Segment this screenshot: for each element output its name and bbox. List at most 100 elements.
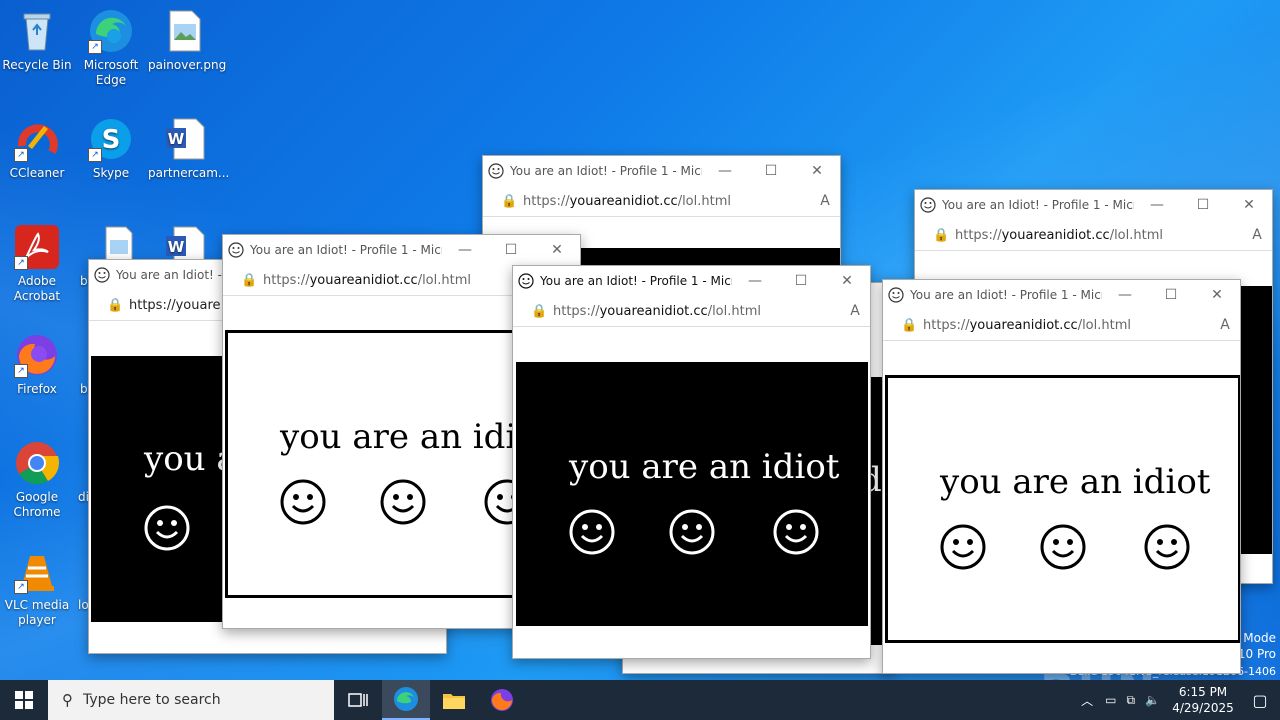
browser-window[interactable]: You are an Idiot! - Profile 1 - Micro...… (882, 279, 1241, 674)
system-tray: ︿ ▭ ⧉ 🔈 6:15 PM 4/29/2025 ▢ (1081, 680, 1280, 720)
smiley-favicon-icon (488, 163, 504, 179)
address-bar[interactable]: 🔒 https://youareanidiot.cc/lol.html A (883, 310, 1240, 341)
start-button[interactable] (0, 680, 48, 720)
close-button[interactable]: ✕ (1226, 190, 1272, 220)
desktop-icon-label: Firefox (17, 382, 57, 396)
clock-date: 4/29/2025 (1172, 701, 1234, 715)
address-bar[interactable]: 🔒 https://youareanidiot.cc/lol.html A (513, 296, 870, 327)
desktop-icon-label: VLC media player (4, 598, 70, 627)
read-aloud-icon[interactable]: A (1242, 227, 1272, 243)
svg-text:W: W (168, 238, 185, 256)
address-bar[interactable]: 🔒 https://youareanidiot.cc/lol.html A (915, 220, 1272, 251)
minimize-button[interactable]: — (442, 235, 488, 265)
lock-icon: 🔒 (107, 297, 124, 313)
url-text[interactable]: https://youareanidiot.cc/lol.html (553, 304, 840, 319)
minimize-button[interactable]: — (1134, 190, 1180, 220)
desktop-icon-label: painover.png (148, 58, 227, 72)
title-bar[interactable]: You are an Idiot! - Profile 1 - Micro...… (513, 266, 870, 296)
window-title: You are an Idiot! - Profile 1 - Micro... (942, 198, 1134, 212)
folder-icon (443, 694, 465, 709)
maximize-button[interactable]: ☐ (778, 266, 824, 296)
idiot-text: you are an idiot (569, 447, 840, 487)
taskbar: ⚲ Type here to search ︿ ▭ ⧉ 🔈 6:15 PM 4/… (0, 680, 1280, 720)
read-aloud-icon[interactable]: A (840, 303, 870, 319)
desktop-icon-ccleaner[interactable]: ↗ CCleaner (0, 116, 74, 181)
skype-icon: S ↗ (88, 116, 134, 162)
network-icon[interactable]: ⧉ (1126, 693, 1135, 708)
title-bar[interactable]: You are an Idiot! - Profile 1 - Micro...… (915, 190, 1272, 220)
maximize-button[interactable]: ☐ (748, 156, 794, 186)
read-aloud-icon[interactable]: A (810, 193, 840, 209)
smiley-icon (1144, 524, 1190, 570)
page-panel: you are an idiot (885, 375, 1240, 643)
read-aloud-icon[interactable]: A (1210, 317, 1240, 333)
taskbar-edge-button[interactable] (382, 680, 430, 720)
chevron-up-icon[interactable]: ︿ (1081, 692, 1093, 709)
taskbar-file-explorer-button[interactable] (430, 680, 478, 720)
ccleaner-icon: ↗ (14, 116, 60, 162)
smiley-icon (940, 524, 986, 570)
notifications-icon[interactable]: ▢ (1240, 691, 1280, 710)
shortcut-arrow-icon: ↗ (88, 148, 102, 162)
window-title: You are an Idiot! - Profile 1 - Micro... (540, 274, 732, 288)
close-button[interactable]: ✕ (534, 235, 580, 265)
shortcut-arrow-icon: ↗ (14, 148, 28, 162)
minimize-button[interactable]: — (732, 266, 778, 296)
device-icon[interactable]: ▭ (1105, 693, 1116, 707)
desktop-icon-partnercam[interactable]: W partnercam... (148, 116, 230, 181)
desktop-icon-label: Skype (92, 166, 130, 180)
search-icon: ⚲ (62, 691, 73, 709)
browser-window-active[interactable]: You are an Idiot! - Profile 1 - Micro...… (512, 265, 871, 659)
desktop-icon-edge[interactable]: ↗ Microsoft Edge (74, 8, 148, 88)
minimize-button[interactable]: — (702, 156, 748, 186)
title-bar[interactable]: You are an Idiot! - Profile 1 - Micro...… (483, 156, 840, 186)
close-button[interactable]: ✕ (794, 156, 840, 186)
minimize-button[interactable]: — (1102, 280, 1148, 310)
smiley-favicon-icon (228, 242, 244, 258)
close-button[interactable]: ✕ (1194, 280, 1240, 310)
maximize-button[interactable]: ☐ (1148, 280, 1194, 310)
title-bar[interactable]: You are an Idiot! - Profile 1 - Micro...… (883, 280, 1240, 310)
desktop-icon-firefox[interactable]: ↗ Firefox (0, 332, 74, 397)
desktop-icon-label: CCleaner (9, 166, 65, 180)
smiley-icon (280, 479, 326, 525)
desktop-icon-label: Recycle Bin (2, 58, 72, 72)
shortcut-arrow-icon: ↗ (88, 40, 102, 54)
taskbar-search-box[interactable]: ⚲ Type here to search (48, 680, 334, 720)
maximize-button[interactable]: ☐ (1180, 190, 1226, 220)
url-text[interactable]: https://youareanidiot.cc/lol.html (523, 194, 810, 209)
maximize-button[interactable]: ☐ (488, 235, 534, 265)
desktop-icon-chrome[interactable]: Google Chrome (0, 440, 74, 520)
lock-icon: 🔒 (531, 303, 548, 319)
volume-icon[interactable]: 🔈 (1145, 693, 1160, 707)
word-document-icon: W (162, 116, 208, 162)
task-view-button[interactable] (334, 680, 382, 720)
smiley-icon (380, 479, 426, 525)
recycle-bin-icon (14, 8, 60, 54)
svg-text:W: W (168, 130, 185, 148)
address-bar[interactable]: 🔒 https://youareanidiot.cc/lol.html A (483, 186, 840, 217)
window-title: You are an Idiot! - Profile 1 - Micro... (510, 164, 702, 178)
taskbar-firefox-button[interactable] (478, 680, 526, 720)
shortcut-arrow-icon: ↗ (14, 364, 28, 378)
smiley-icon (569, 509, 615, 555)
clock[interactable]: 6:15 PM 4/29/2025 (1166, 684, 1240, 716)
desktop-icon-acrobat[interactable]: ↗ Adobe Acrobat (0, 224, 74, 304)
desktop-icon-vlc[interactable]: ↗ VLC media player (0, 548, 74, 628)
desktop-icon-painover[interactable]: painover.png (148, 8, 227, 73)
url-text[interactable]: https://youareanidiot.cc/lol.html (955, 228, 1242, 243)
desktop-icon-recycle-bin[interactable]: Recycle Bin (0, 8, 74, 73)
idiot-text: you are an idio (280, 417, 537, 457)
title-bar[interactable]: You are an Idiot! - Profile 1 - Micro...… (223, 235, 580, 265)
svg-text:S: S (102, 125, 121, 155)
url-text[interactable]: https://youareanidiot.cc/lol.html (923, 318, 1210, 333)
desktop-icon-skype[interactable]: S ↗ Skype (74, 116, 148, 181)
desktop-icon-label: partnercam... (148, 166, 230, 180)
vlc-icon: ↗ (14, 548, 60, 594)
desktop-icon-label: Adobe Acrobat (13, 274, 61, 303)
idiot-text: you are an idiot (940, 462, 1211, 502)
smiley-favicon-icon (888, 287, 904, 303)
desktop-icon-label: Google Chrome (13, 490, 61, 519)
close-button[interactable]: ✕ (824, 266, 870, 296)
edge-icon: ↗ (88, 8, 134, 54)
